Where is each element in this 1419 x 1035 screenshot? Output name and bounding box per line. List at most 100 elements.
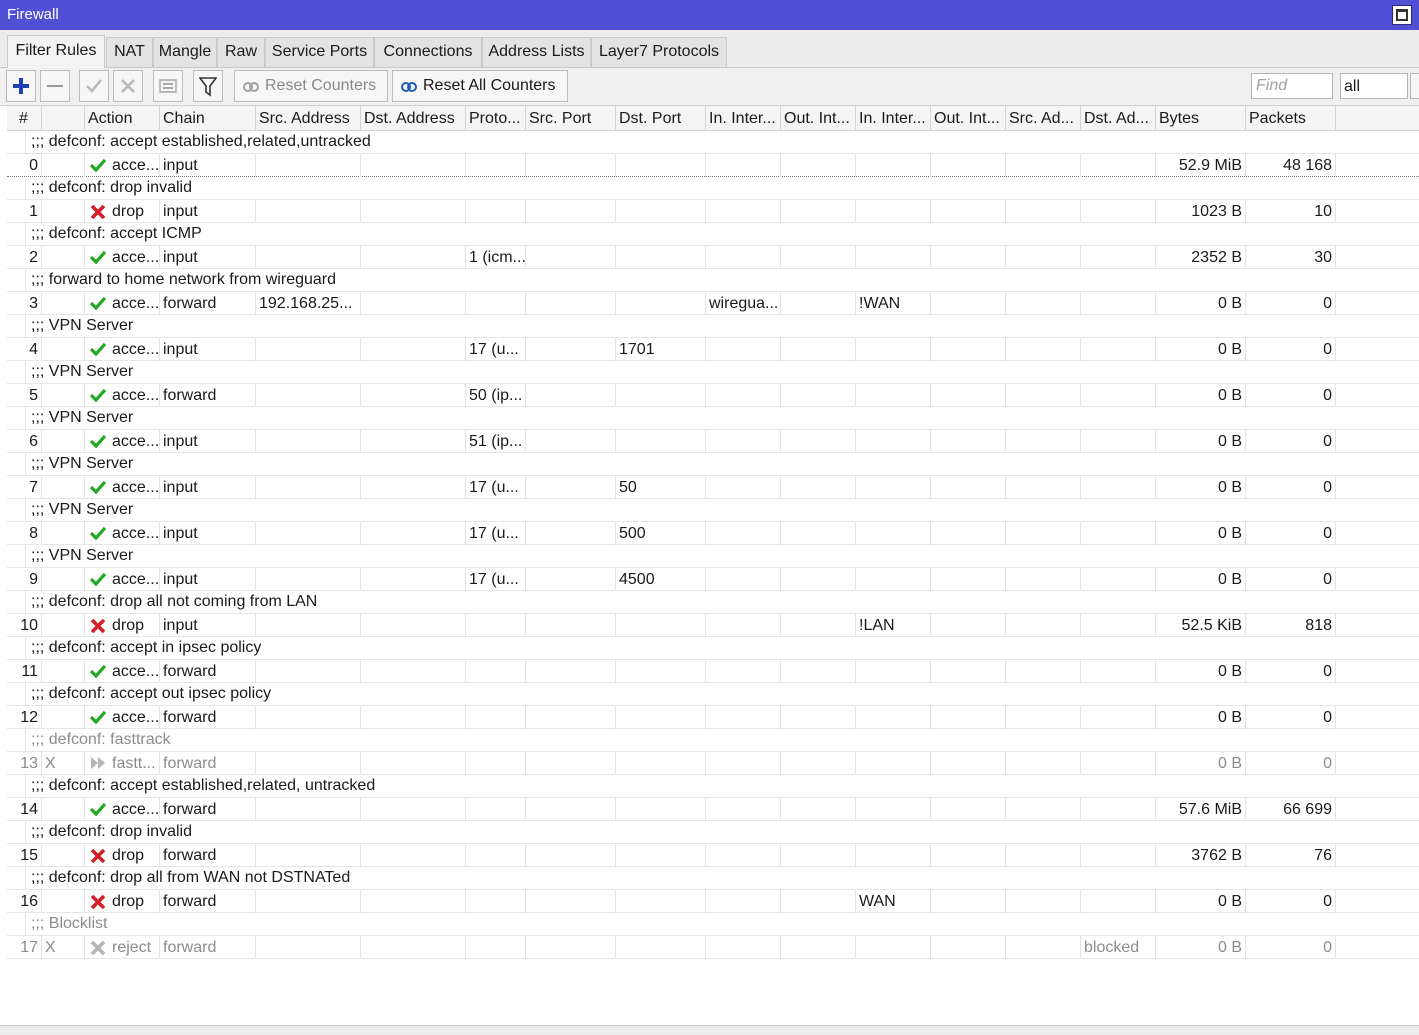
rule-comment-row[interactable]: ;;; defconf: drop all not coming from LA… [7,591,1419,614]
table-row[interactable]: 6 acce... input 51 (ip... 0 B0 [7,430,1419,453]
table-row[interactable]: 7 acce... input 17 (u... 50 0 B0 [7,476,1419,499]
header-col-dst-address-list[interactable]: Dst. Ad... [1081,106,1156,131]
table-row[interactable]: 3 acce... forward 192.168.25... wiregua... !W… [7,292,1419,315]
rule-dst-address-list [1081,890,1156,913]
maximize-button[interactable] [1392,5,1412,25]
rule-packets: 0 [1246,522,1336,545]
table-row[interactable]: 15 drop forward 3762 B 76 [7,844,1419,867]
tab-connections[interactable]: Connections [374,37,482,67]
tab-layer7-protocols[interactable]: Layer7 Protocols [591,37,727,67]
rule-dst-port [616,890,706,913]
rule-comment-row[interactable]: ;;; VPN Server [7,545,1419,568]
header-col-protocol[interactable]: Proto... [466,106,526,131]
header-col-dst-port[interactable]: Dst. Port [616,106,706,131]
header-column-picker[interactable] [1336,106,1419,131]
header-col-action[interactable]: Action [85,106,160,131]
tab-address-lists[interactable]: Address Lists [482,37,591,67]
table-row[interactable]: 13 Xfastt... forward 0 B0 [7,752,1419,775]
rule-dst-address [361,706,466,729]
header-col-bytes[interactable]: Bytes [1156,106,1246,131]
rule-bytes: 0 B [1156,292,1246,315]
remove-button[interactable] [40,70,70,102]
table-row[interactable]: 0 acce... input 52.9 MiB 48 168 [7,154,1419,177]
rule-comment-row[interactable]: ;;; VPN Server [7,453,1419,476]
table-row[interactable]: 10 drop input !LAN 52.5 KiB 818 [7,614,1419,637]
rule-src-address-list [1006,752,1081,775]
rule-comment-row[interactable]: ;;; defconf: accept out ipsec policy [7,683,1419,706]
header-col-src-address-list[interactable]: Src. Ad... [1006,106,1081,131]
rule-comment-row[interactable]: ;;; defconf: drop invalid [7,821,1419,844]
tab-raw[interactable]: Raw [217,37,265,67]
rule-comment-row[interactable]: ;;; defconf: drop invalid [7,177,1419,200]
rule-comment-row[interactable]: ;;; VPN Server [7,315,1419,338]
header-col-src-port[interactable]: Src. Port [526,106,616,131]
tab-filter-rules[interactable]: Filter Rules [7,35,105,68]
table-row[interactable]: 16 drop forward WAN 0 B0 [7,890,1419,913]
table-row[interactable]: 14 acce... forward 57.6 MiB 66 699 [7,798,1419,821]
header-col-in-interface[interactable]: In. Inter... [706,106,781,131]
header-col-flag[interactable] [42,106,85,131]
rule-comment-row[interactable]: ;;; defconf: accept in ipsec policy [7,637,1419,660]
rule-comment-row[interactable]: ;;; forward to home network from wiregua… [7,269,1419,292]
tab-mangle[interactable]: Mangle [153,37,217,67]
rule-comment-row[interactable]: ;;; Blocklist [7,913,1419,936]
rule-dst-address [361,936,466,959]
table-row[interactable]: 5 acce... forward 50 (ip... 0 B0 [7,384,1419,407]
tab-nat[interactable]: NAT [106,37,153,67]
header-col-in-interface-list[interactable]: In. Inter... [856,106,931,131]
rule-in-interface-list [856,154,931,177]
rule-dst-address [361,568,466,591]
header-col-dst-address[interactable]: Dst. Address [361,106,466,131]
enable-button[interactable] [79,70,109,102]
accept-icon [89,710,107,729]
rule-comment-row[interactable]: ;;; defconf: fasttrack [7,729,1419,752]
rule-out-interface [781,200,856,223]
table-row[interactable]: 9 acce... input 17 (u... 4500 0 B0 [7,568,1419,591]
rule-bytes: 0 B [1156,522,1246,545]
filter-select-dropdown-button[interactable] [1410,73,1419,99]
table-row[interactable]: 2 acce... input 1 (icm... 2352 B 30 [7,246,1419,269]
rule-action: acce... [85,246,160,269]
table-row[interactable]: 1 drop input 1023 B 10 [7,200,1419,223]
rule-in-interface [706,384,781,407]
tab-service-ports[interactable]: Service Ports [265,37,374,67]
header-col-chain[interactable]: Chain [160,106,256,131]
find-input[interactable] [1251,73,1333,99]
rule-comment-row[interactable]: ;;; VPN Server [7,499,1419,522]
comment-button[interactable] [153,70,183,102]
rule-packets: 0 [1246,660,1336,683]
rule-packets: 76 [1246,844,1336,867]
table-row[interactable]: 11 acce... forward 0 B0 [7,660,1419,683]
rule-chain: input [160,246,256,269]
rule-out-interface-list [931,384,1006,407]
header-col-src-address[interactable]: Src. Address [256,106,361,131]
table-row[interactable]: 8 acce... input 17 (u... 500 0 B0 [7,522,1419,545]
rule-src-address [256,476,361,499]
disable-button[interactable] [113,70,143,102]
rule-chain: forward [160,706,256,729]
rule-src-address [256,338,361,361]
rule-action-label: acce... [112,479,160,496]
rule-action-label: acce... [112,709,160,726]
header-col-packets[interactable]: Packets [1246,106,1336,131]
accept-icon [89,388,107,407]
table-row[interactable]: 17 Xreject forward blocked 0 B0 [7,936,1419,959]
reset-all-counters-button[interactable]: Reset All Counters [392,70,568,102]
header-col-out-interface[interactable]: Out. Int... [781,106,856,131]
add-button[interactable] [6,70,36,102]
rule-bytes: 0 B [1156,568,1246,591]
rule-comment-row[interactable]: ;;; VPN Server [7,407,1419,430]
filter-select[interactable]: all [1340,73,1408,99]
header-col-index[interactable]: # [7,106,42,131]
reset-counters-button[interactable]: Reset Counters [234,70,388,102]
filter-button[interactable] [193,70,223,102]
table-row[interactable]: 12 acce... forward 0 B0 [7,706,1419,729]
rule-comment-row[interactable]: ;;; defconf: drop all from WAN not DSTNA… [7,867,1419,890]
rule-comment-row[interactable]: ;;; defconf: accept ICMP [7,223,1419,246]
rule-comment-row[interactable]: ;;; VPN Server [7,361,1419,384]
header-col-out-interface-list[interactable]: Out. Int... [931,106,1006,131]
rule-in-interface [706,200,781,223]
rule-comment-row[interactable]: ;;; defconf: accept established,related,… [7,131,1419,154]
rule-comment-row[interactable]: ;;; defconf: accept established,related,… [7,775,1419,798]
table-row[interactable]: 4 acce... input 17 (u... 1701 0 B0 [7,338,1419,361]
